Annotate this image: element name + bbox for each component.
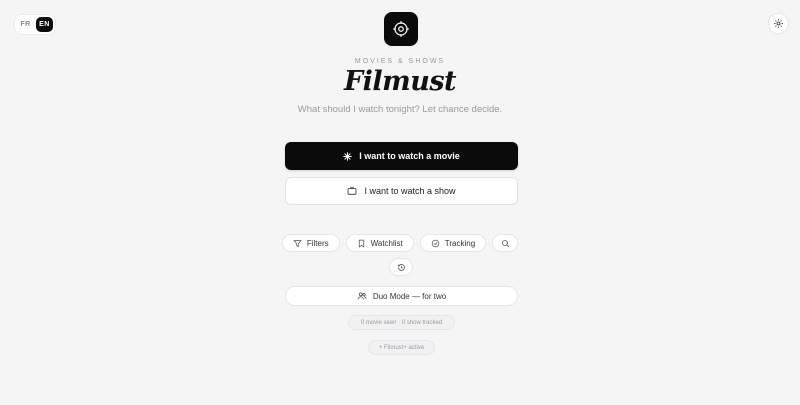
watch-show-button[interactable]: I want to watch a show xyxy=(285,177,518,205)
tracking-label: Tracking xyxy=(444,238,476,248)
language-switch: FR EN xyxy=(14,14,56,35)
watchlist-label: Watchlist xyxy=(370,238,403,248)
bookmark-icon xyxy=(358,239,364,248)
plus-status-badge: + Filmust+ active xyxy=(368,340,435,355)
tagline: What should I watch tonight? Let chance … xyxy=(297,104,503,115)
watch-movie-label: I want to watch a movie xyxy=(359,151,460,161)
funnel-icon xyxy=(293,239,302,247)
tv-icon xyxy=(348,186,357,195)
history-icon xyxy=(397,263,405,271)
settings-button[interactable] xyxy=(768,13,789,34)
duo-mode-button[interactable]: Duo Mode — for two xyxy=(285,286,518,306)
sparkle-icon xyxy=(343,151,352,161)
search-button[interactable] xyxy=(492,234,519,252)
film-reel-icon xyxy=(393,21,409,37)
filters-button[interactable]: Filters xyxy=(281,234,340,252)
stats-text: 0 movie seen · 0 show tracked xyxy=(360,319,443,326)
filters-label: Filters xyxy=(306,238,329,248)
watchlist-button[interactable]: Watchlist xyxy=(345,234,414,252)
history-button[interactable] xyxy=(389,258,413,276)
gear-icon xyxy=(774,19,783,28)
kicker-text: MOVIES & SHOWS xyxy=(354,58,446,65)
duo-mode-label: Duo Mode — for two xyxy=(372,291,447,301)
plus-status-text: + Filmust+ active xyxy=(378,344,425,351)
tracking-button[interactable]: Tracking xyxy=(419,234,487,252)
app-logo xyxy=(384,12,418,46)
lang-en-button[interactable]: EN xyxy=(36,17,53,32)
watch-show-label: I want to watch a show xyxy=(364,186,456,196)
watch-movie-button[interactable]: I want to watch a movie xyxy=(285,142,518,170)
stats-badge: 0 movie seen · 0 show tracked xyxy=(348,315,455,330)
page-title: Filmust xyxy=(343,66,457,97)
lang-fr-button[interactable]: FR xyxy=(17,17,34,32)
check-circle-icon xyxy=(431,239,440,247)
users-icon xyxy=(357,292,367,300)
search-icon xyxy=(501,239,509,247)
tool-bar: Filters Watchlist Tracking xyxy=(0,234,800,252)
